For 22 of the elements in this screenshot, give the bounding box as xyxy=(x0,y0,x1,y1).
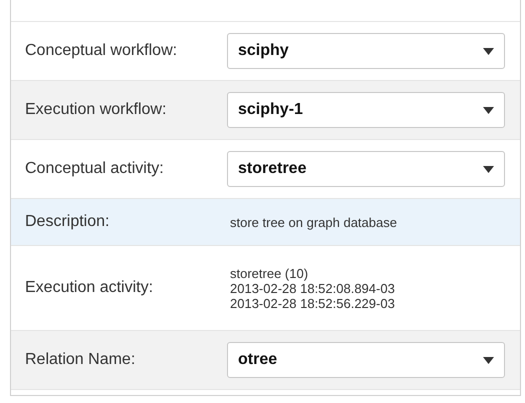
dropdown[interactable]: storetree xyxy=(227,151,505,187)
field-label: Execution workflow: xyxy=(24,100,168,120)
caret-icon xyxy=(483,356,494,364)
value-text: storetree (10) xyxy=(230,266,310,280)
dropdown[interactable]: sciphy xyxy=(227,33,505,69)
dropdown-value: otree xyxy=(238,350,278,370)
value-text: store tree on graph database xyxy=(230,214,397,230)
field-label: Description: xyxy=(24,212,110,232)
caret-icon xyxy=(483,48,494,54)
field-label: Relation Name: xyxy=(24,350,136,370)
value-text: 2013-02-28 18:52:08.894-03 xyxy=(230,280,395,296)
dropdown-value: storetree xyxy=(238,159,306,179)
caret-icon xyxy=(483,106,494,114)
dropdown-value: sciphy xyxy=(238,41,289,61)
dropdown[interactable]: otree xyxy=(227,342,505,378)
value-text: 2013-02-28 18:52:56.229-03 xyxy=(230,296,395,310)
caret-icon xyxy=(483,166,494,172)
dropdown[interactable]: sciphy-1 xyxy=(227,92,505,128)
field-label: Conceptual activity: xyxy=(24,159,165,179)
field-label: Conceptual workflow: xyxy=(24,41,178,61)
field-label: Execution activity: xyxy=(24,278,154,298)
dropdown-value: sciphy-1 xyxy=(238,100,303,120)
